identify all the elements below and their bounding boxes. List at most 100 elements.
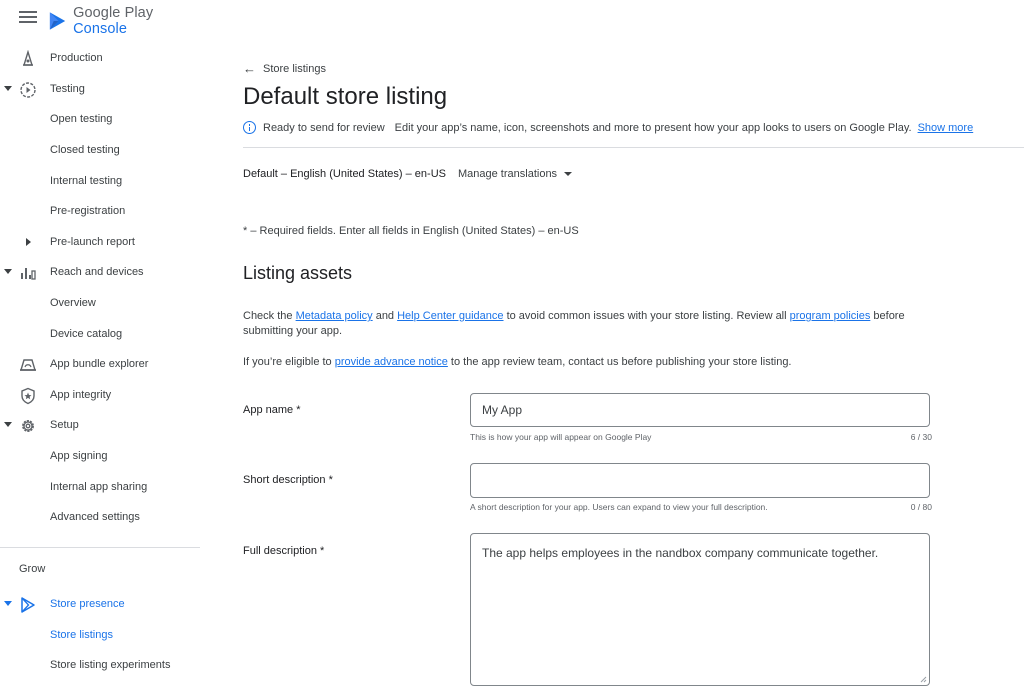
sidebar-item-pre-registration[interactable]: Pre-registration	[0, 197, 205, 227]
page-title: Default store listing	[243, 83, 448, 110]
short-description-input[interactable]	[471, 464, 929, 497]
app-name-label: App name *	[243, 404, 301, 416]
show-more-link[interactable]: Show more	[918, 122, 974, 134]
app-name-counter: 6 / 30	[910, 432, 932, 442]
program-policies-link[interactable]: program policies	[790, 310, 871, 322]
back-link-label: Store listings	[263, 63, 326, 75]
sidebar-item-label: Reach and devices	[50, 266, 144, 278]
status-text: Ready to send for review	[263, 121, 385, 134]
sidebar-item-label: Closed testing	[50, 144, 120, 156]
manage-translations-label: Manage translations	[458, 168, 558, 180]
sidebar: Google Play Console Production Testing O…	[0, 0, 205, 689]
app-name-hint: This is how your app will appear on Goog…	[470, 432, 652, 442]
short-description-field-box	[470, 463, 930, 498]
short-description-label: Short description *	[243, 474, 333, 486]
logo-text: Google Play Console	[73, 5, 154, 37]
chevron-down-icon	[4, 601, 12, 606]
shield-icon	[21, 387, 35, 405]
app-name-input[interactable]	[471, 394, 929, 426]
sidebar-item-overview[interactable]: Overview	[0, 289, 205, 319]
sidebar-item-label: Setup	[50, 419, 79, 431]
sidebar-item-label: Store listing experiments	[50, 659, 171, 671]
sidebar-item-label: Pre-registration	[50, 205, 126, 217]
sidebar-item-testing[interactable]: Testing	[0, 75, 205, 105]
sidebar-item-label: App bundle explorer	[50, 358, 149, 370]
full-description-label: Full description *	[243, 545, 325, 557]
required-fields-note: * – Required fields. Enter all fields in…	[243, 225, 579, 237]
sidebar-item-label: Production	[50, 52, 103, 64]
back-link-store-listings[interactable]: ← Store listings	[243, 62, 326, 76]
sidebar-item-advanced-settings[interactable]: Advanced settings	[0, 503, 205, 533]
sidebar-item-app-integrity[interactable]: App integrity	[0, 381, 205, 411]
gear-icon	[22, 420, 34, 432]
chevron-down-icon	[4, 86, 12, 91]
header-divider	[243, 147, 1024, 148]
manage-translations-button[interactable]: Manage translations	[458, 168, 573, 180]
info-icon	[243, 121, 256, 134]
sidebar-item-closed-testing[interactable]: Closed testing	[0, 136, 205, 166]
arrow-back-icon: ←	[243, 61, 256, 76]
notice-text: to the app review team, contact us befor…	[447, 356, 792, 368]
sidebar-item-app-bundle-explorer[interactable]: App bundle explorer	[0, 350, 205, 380]
sidebar-item-label: Internal testing	[50, 175, 123, 187]
dropdown-arrow-icon	[564, 172, 573, 176]
sidebar-item-device-catalog[interactable]: Device catalog	[0, 320, 205, 350]
sidebar-section-grow: Grow	[19, 563, 46, 575]
chevron-down-icon	[4, 269, 12, 274]
sidebar-item-label: Open testing	[50, 113, 113, 125]
policy-text: Check the	[243, 310, 296, 322]
short-description-counter: 0 / 80	[910, 502, 932, 512]
bar-chart-icon	[21, 268, 36, 280]
hamburger-menu-icon[interactable]	[19, 8, 37, 24]
chevron-down-icon	[4, 422, 12, 427]
full-description-textarea[interactable]: The app helps employees in the nandbox c…	[471, 534, 929, 684]
advance-notice-paragraph: If you’re eligible to provide advance no…	[243, 355, 923, 370]
policy-paragraph: Check the Metadata policy and Help Cente…	[243, 309, 923, 339]
app-name-field-box	[470, 393, 930, 427]
sidebar-item-app-signing[interactable]: App signing	[0, 442, 205, 472]
sidebar-item-label: App integrity	[50, 389, 112, 401]
notice-text: If you’re eligible to	[243, 356, 335, 368]
sidebar-item-label: App signing	[50, 450, 108, 462]
sidebar-item-label: Device catalog	[50, 328, 123, 340]
play-icon	[21, 597, 35, 613]
sidebar-item-pre-launch-report[interactable]: Pre-launch report	[0, 228, 205, 258]
sidebar-item-reach-and-devices[interactable]: Reach and devices	[0, 258, 205, 288]
section-title-listing-assets: Listing assets	[243, 263, 353, 283]
sidebar-item-label: Store listings	[50, 629, 113, 641]
sidebar-item-label: Internal app sharing	[50, 481, 148, 493]
testing-icon	[20, 82, 36, 98]
help-center-guidance-link[interactable]: Help Center guidance	[397, 310, 503, 322]
sidebar-divider	[0, 547, 200, 548]
production-icon	[23, 50, 33, 66]
main-content: ← Store listings Default store listing R…	[243, 0, 1024, 689]
language-row: Default – English (United States) – en-U…	[243, 168, 573, 180]
metadata-policy-link[interactable]: Metadata policy	[296, 310, 373, 322]
play-console-logo-icon	[49, 12, 66, 30]
app-bundle-icon	[20, 359, 36, 371]
sidebar-item-store-presence[interactable]: Store presence	[0, 590, 205, 620]
provide-advance-notice-link[interactable]: provide advance notice	[335, 356, 448, 368]
full-description-field-box: The app helps employees in the nandbox c…	[470, 533, 930, 686]
policy-text: and	[372, 310, 398, 322]
sidebar-item-production[interactable]: Production	[0, 44, 205, 74]
chevron-right-icon	[26, 238, 31, 246]
resize-handle-icon[interactable]	[920, 676, 927, 683]
sidebar-item-label: Advanced settings	[50, 511, 140, 523]
status-row: Ready to send for review Edit your app’s…	[243, 121, 973, 134]
default-language-label: Default – English (United States) – en-U…	[243, 168, 446, 180]
sidebar-item-store-listings[interactable]: Store listings	[0, 621, 205, 651]
policy-text: to avoid common issues with your store l…	[503, 310, 790, 322]
short-description-hint: A short description for your app. Users …	[470, 502, 768, 512]
sidebar-item-internal-testing[interactable]: Internal testing	[0, 167, 205, 197]
sidebar-item-label: Store presence	[50, 598, 125, 610]
sidebar-item-open-testing[interactable]: Open testing	[0, 105, 205, 135]
sidebar-item-label: Pre-launch report	[50, 236, 135, 248]
sidebar-item-setup[interactable]: Setup	[0, 411, 205, 441]
sidebar-item-store-listing-experiments[interactable]: Store listing experiments	[0, 651, 205, 681]
sidebar-item-label: Overview	[50, 297, 96, 309]
sidebar-item-internal-app-sharing[interactable]: Internal app sharing	[0, 473, 205, 503]
sidebar-item-label: Testing	[50, 83, 85, 95]
google-play-console-logo[interactable]: Google Play Console	[48, 5, 205, 37]
status-description: Edit your app’s name, icon, screenshots …	[394, 121, 912, 134]
